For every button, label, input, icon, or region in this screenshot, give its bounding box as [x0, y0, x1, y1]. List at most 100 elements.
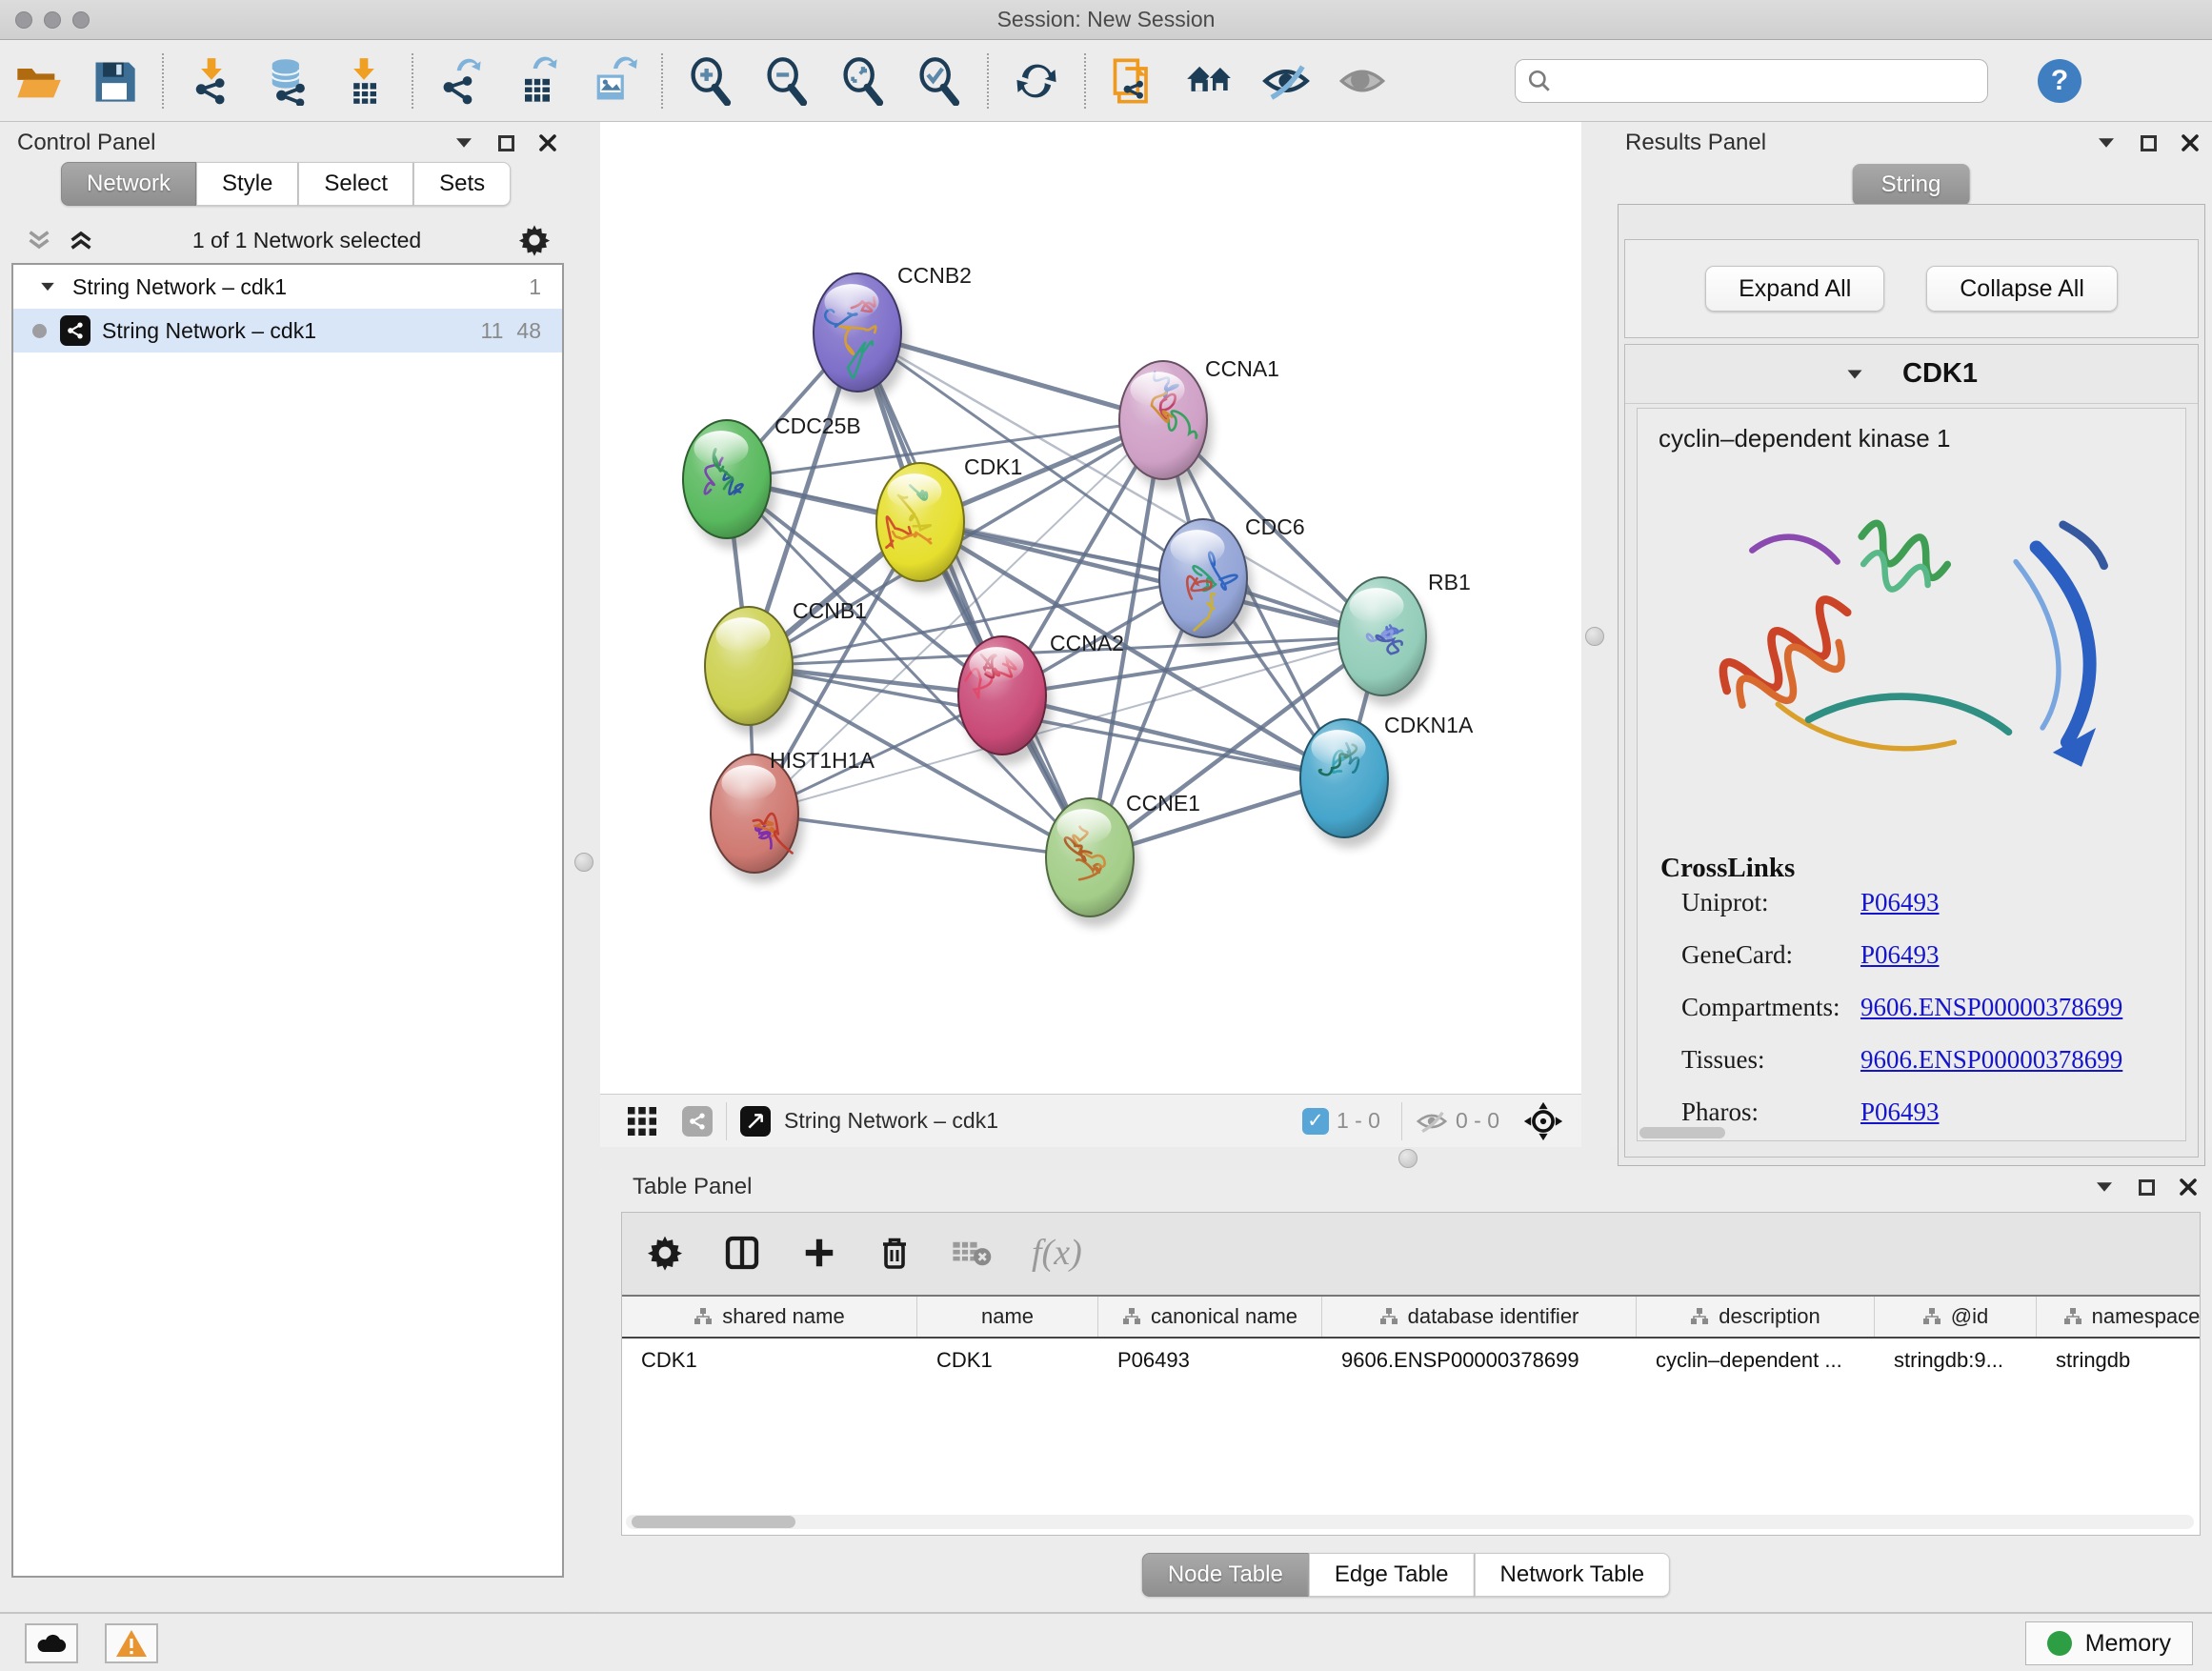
- node-CCNB1[interactable]: CCNB1: [705, 598, 867, 735]
- table-gear-icon[interactable]: [647, 1235, 683, 1271]
- left-splitter[interactable]: [570, 122, 600, 1612]
- results-scrollbar-thumb[interactable]: [1639, 1127, 1725, 1138]
- show-columns-icon[interactable]: [723, 1234, 761, 1272]
- gene-expander-icon[interactable]: [1848, 370, 1862, 378]
- collection-expander-icon[interactable]: [41, 283, 54, 291]
- crosslink-link[interactable]: P06493: [1860, 888, 1940, 917]
- splitter-handle[interactable]: [1585, 627, 1604, 646]
- scrollbar-thumb[interactable]: [632, 1516, 795, 1528]
- network-canvas[interactable]: CCNB2CCNA1CDC25BCDK1CDC6RB1CCNB1CCNA2CDK…: [600, 122, 1581, 1094]
- hide-selected-button[interactable]: [1261, 56, 1311, 106]
- table-cell[interactable]: stringdb: [2037, 1348, 2200, 1373]
- network-collection-row[interactable]: String Network – cdk1 1: [13, 265, 562, 309]
- node-CCNB2[interactable]: CCNB2: [814, 263, 972, 402]
- table-cell[interactable]: CDK1: [917, 1348, 1098, 1373]
- show-all-button[interactable]: [1337, 56, 1387, 106]
- panel-menu-icon[interactable]: [2097, 1182, 2112, 1192]
- crosslink-link[interactable]: 9606.ENSP00000378699: [1860, 993, 2122, 1022]
- tab-string[interactable]: String: [1853, 164, 1970, 206]
- tab-node-table[interactable]: Node Table: [1142, 1553, 1309, 1597]
- close-panel-icon[interactable]: [539, 134, 556, 151]
- help-button[interactable]: ?: [2038, 59, 2081, 103]
- save-session-button[interactable]: [90, 56, 139, 106]
- tab-edge-table[interactable]: Edge Table: [1309, 1553, 1475, 1597]
- float-panel-icon[interactable]: [498, 135, 514, 151]
- column-header-canonical-name[interactable]: canonical name: [1098, 1297, 1322, 1337]
- crosslink-link[interactable]: 9606.ENSP00000378699: [1860, 1045, 2122, 1075]
- warnings-button[interactable]: [105, 1623, 158, 1663]
- edge-HIST1H1A-CCNE1[interactable]: [754, 814, 1090, 857]
- table-horizontal-scrollbar[interactable]: [626, 1515, 2194, 1529]
- import-network-file-button[interactable]: [187, 56, 236, 106]
- search-field[interactable]: [1515, 59, 1988, 103]
- string-network-graph[interactable]: CCNB2CCNA1CDC25BCDK1CDC6RB1CCNB1CCNA2CDK…: [600, 122, 1581, 1094]
- panel-menu-icon[interactable]: [2099, 138, 2114, 148]
- zoom-out-button[interactable]: [762, 56, 812, 106]
- selected-nodes-checkbox[interactable]: ✓: [1302, 1108, 1329, 1135]
- crosslink-link[interactable]: P06493: [1860, 940, 1940, 970]
- column-header-database-identifier[interactable]: database identifier: [1322, 1297, 1637, 1337]
- splitter-handle[interactable]: [574, 853, 593, 872]
- panel-menu-icon[interactable]: [456, 138, 472, 148]
- node-CDC25B[interactable]: CDC25B: [683, 413, 861, 549]
- float-panel-icon[interactable]: [2139, 1179, 2155, 1196]
- table-cell[interactable]: P06493: [1098, 1348, 1322, 1373]
- tab-style[interactable]: Style: [196, 162, 298, 206]
- export-table-button[interactable]: [513, 56, 562, 106]
- node-CDKN1A[interactable]: CDKN1A: [1300, 713, 1474, 848]
- node-CDC6[interactable]: CDC6: [1159, 514, 1305, 648]
- node-CCNA1[interactable]: CCNA1: [1119, 356, 1279, 490]
- column-header-namespace[interactable]: namespace: [2037, 1297, 2200, 1337]
- network-share-icon[interactable]: [682, 1106, 713, 1137]
- splitter-handle[interactable]: [1398, 1149, 1418, 1168]
- node-CCNE1[interactable]: CCNE1: [1046, 791, 1200, 927]
- collapse-all-button[interactable]: Collapse All: [1926, 266, 2118, 312]
- network-row[interactable]: String Network – cdk1 11 48: [13, 309, 562, 352]
- table-cell[interactable]: stringdb:9...: [1875, 1348, 2037, 1373]
- birds-eye-view-icon[interactable]: [740, 1106, 771, 1137]
- grid-view-icon[interactable]: [625, 1104, 659, 1138]
- memory-button[interactable]: Memory: [2025, 1621, 2193, 1665]
- gene-section-header[interactable]: CDK1: [1625, 345, 2198, 404]
- table-cell[interactable]: CDK1: [622, 1348, 917, 1373]
- zoom-in-button[interactable]: [686, 56, 735, 106]
- right-splitter[interactable]: [1581, 122, 1610, 1147]
- export-network-button[interactable]: [436, 56, 486, 106]
- clone-network-button[interactable]: [1109, 56, 1158, 106]
- collapse-all-icon[interactable]: [25, 228, 53, 252]
- edge-CCNB2-CCNE1[interactable]: [857, 332, 1090, 857]
- tab-select[interactable]: Select: [298, 162, 413, 206]
- close-panel-icon[interactable]: [2182, 134, 2199, 151]
- fit-selected-crosshair-icon[interactable]: [1522, 1100, 1564, 1142]
- tab-network[interactable]: Network: [61, 162, 196, 206]
- close-panel-icon[interactable]: [2180, 1178, 2197, 1196]
- open-session-button[interactable]: [13, 56, 63, 106]
- expand-all-icon[interactable]: [67, 228, 95, 252]
- export-image-button[interactable]: [589, 56, 638, 106]
- node-HIST1H1A[interactable]: HIST1H1A: [711, 748, 875, 883]
- expand-all-button[interactable]: Expand All: [1705, 266, 1884, 312]
- column-header-@id[interactable]: @id: [1875, 1297, 2037, 1337]
- crosslink-link[interactable]: P06493: [1860, 1097, 1940, 1127]
- gear-icon[interactable]: [518, 224, 551, 256]
- table-row[interactable]: CDK1CDK1P064939606.ENSP00000378699cyclin…: [622, 1339, 2200, 1382]
- column-header-description[interactable]: description: [1637, 1297, 1875, 1337]
- column-header-name[interactable]: name: [917, 1297, 1098, 1337]
- tab-network-table[interactable]: Network Table: [1475, 1553, 1671, 1597]
- table-cell[interactable]: cyclin–dependent ...: [1637, 1348, 1875, 1373]
- zoom-selected-button[interactable]: [915, 56, 964, 106]
- add-column-icon[interactable]: [801, 1235, 837, 1271]
- apply-layout-button[interactable]: [1012, 56, 1061, 106]
- delete-column-icon[interactable]: [877, 1234, 912, 1272]
- search-input[interactable]: [1561, 69, 1976, 93]
- column-header-shared-name[interactable]: shared name: [622, 1297, 917, 1337]
- node-RB1[interactable]: RB1: [1338, 570, 1471, 706]
- tab-sets[interactable]: Sets: [413, 162, 511, 206]
- import-table-file-button[interactable]: [339, 56, 389, 106]
- first-neighbors-button[interactable]: [1185, 56, 1235, 106]
- zoom-fit-button[interactable]: [838, 56, 888, 106]
- table-cell[interactable]: 9606.ENSP00000378699: [1322, 1348, 1637, 1373]
- float-panel-icon[interactable]: [2141, 135, 2157, 151]
- import-network-database-button[interactable]: [263, 56, 312, 106]
- cloud-button[interactable]: [25, 1623, 78, 1663]
